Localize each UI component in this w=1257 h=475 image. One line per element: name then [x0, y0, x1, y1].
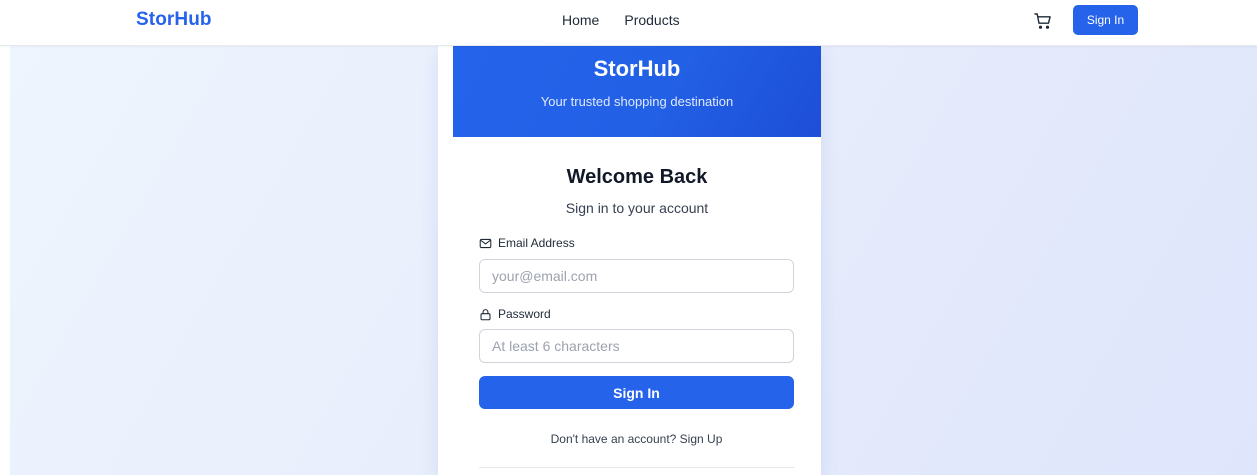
welcome-heading: Welcome Back: [566, 166, 708, 188]
cart-icon[interactable]: [1033, 11, 1053, 31]
nav-link-products[interactable]: Products: [624, 12, 679, 28]
signup-prompt-text: Don't have an account?: [550, 432, 677, 446]
nav-sign-in-button[interactable]: Sign In: [1073, 5, 1138, 35]
signup-link[interactable]: Sign Up: [680, 432, 723, 446]
login-card: StorHub Your trusted shopping destinatio…: [438, 46, 821, 475]
password-field[interactable]: [479, 329, 794, 363]
card-header-subtitle: Your trusted shopping destination: [540, 94, 734, 109]
brand-logo[interactable]: StorHub: [136, 9, 212, 31]
nav-link-home[interactable]: Home: [562, 12, 599, 28]
lock-icon: [480, 308, 491, 320]
welcome-subheading: Sign in to your account: [565, 200, 709, 216]
top-navbar: StorHub Home Products Sign In: [0, 0, 1257, 46]
card-header: StorHub Your trusted shopping destinatio…: [453, 46, 821, 137]
email-field[interactable]: [479, 259, 794, 293]
email-label-text: Email Address: [498, 236, 575, 250]
card-header-title: StorHub: [593, 56, 681, 81]
password-label-text: Password: [498, 307, 551, 321]
sign-in-button[interactable]: Sign In: [479, 376, 794, 409]
divider: [479, 467, 794, 468]
nav-links: Home Products: [562, 12, 680, 28]
password-label: Password: [479, 307, 551, 321]
email-label: Email Address: [479, 236, 575, 250]
mail-icon: [479, 238, 492, 248]
signup-prompt: Don't have an account? Sign Up: [479, 432, 794, 446]
